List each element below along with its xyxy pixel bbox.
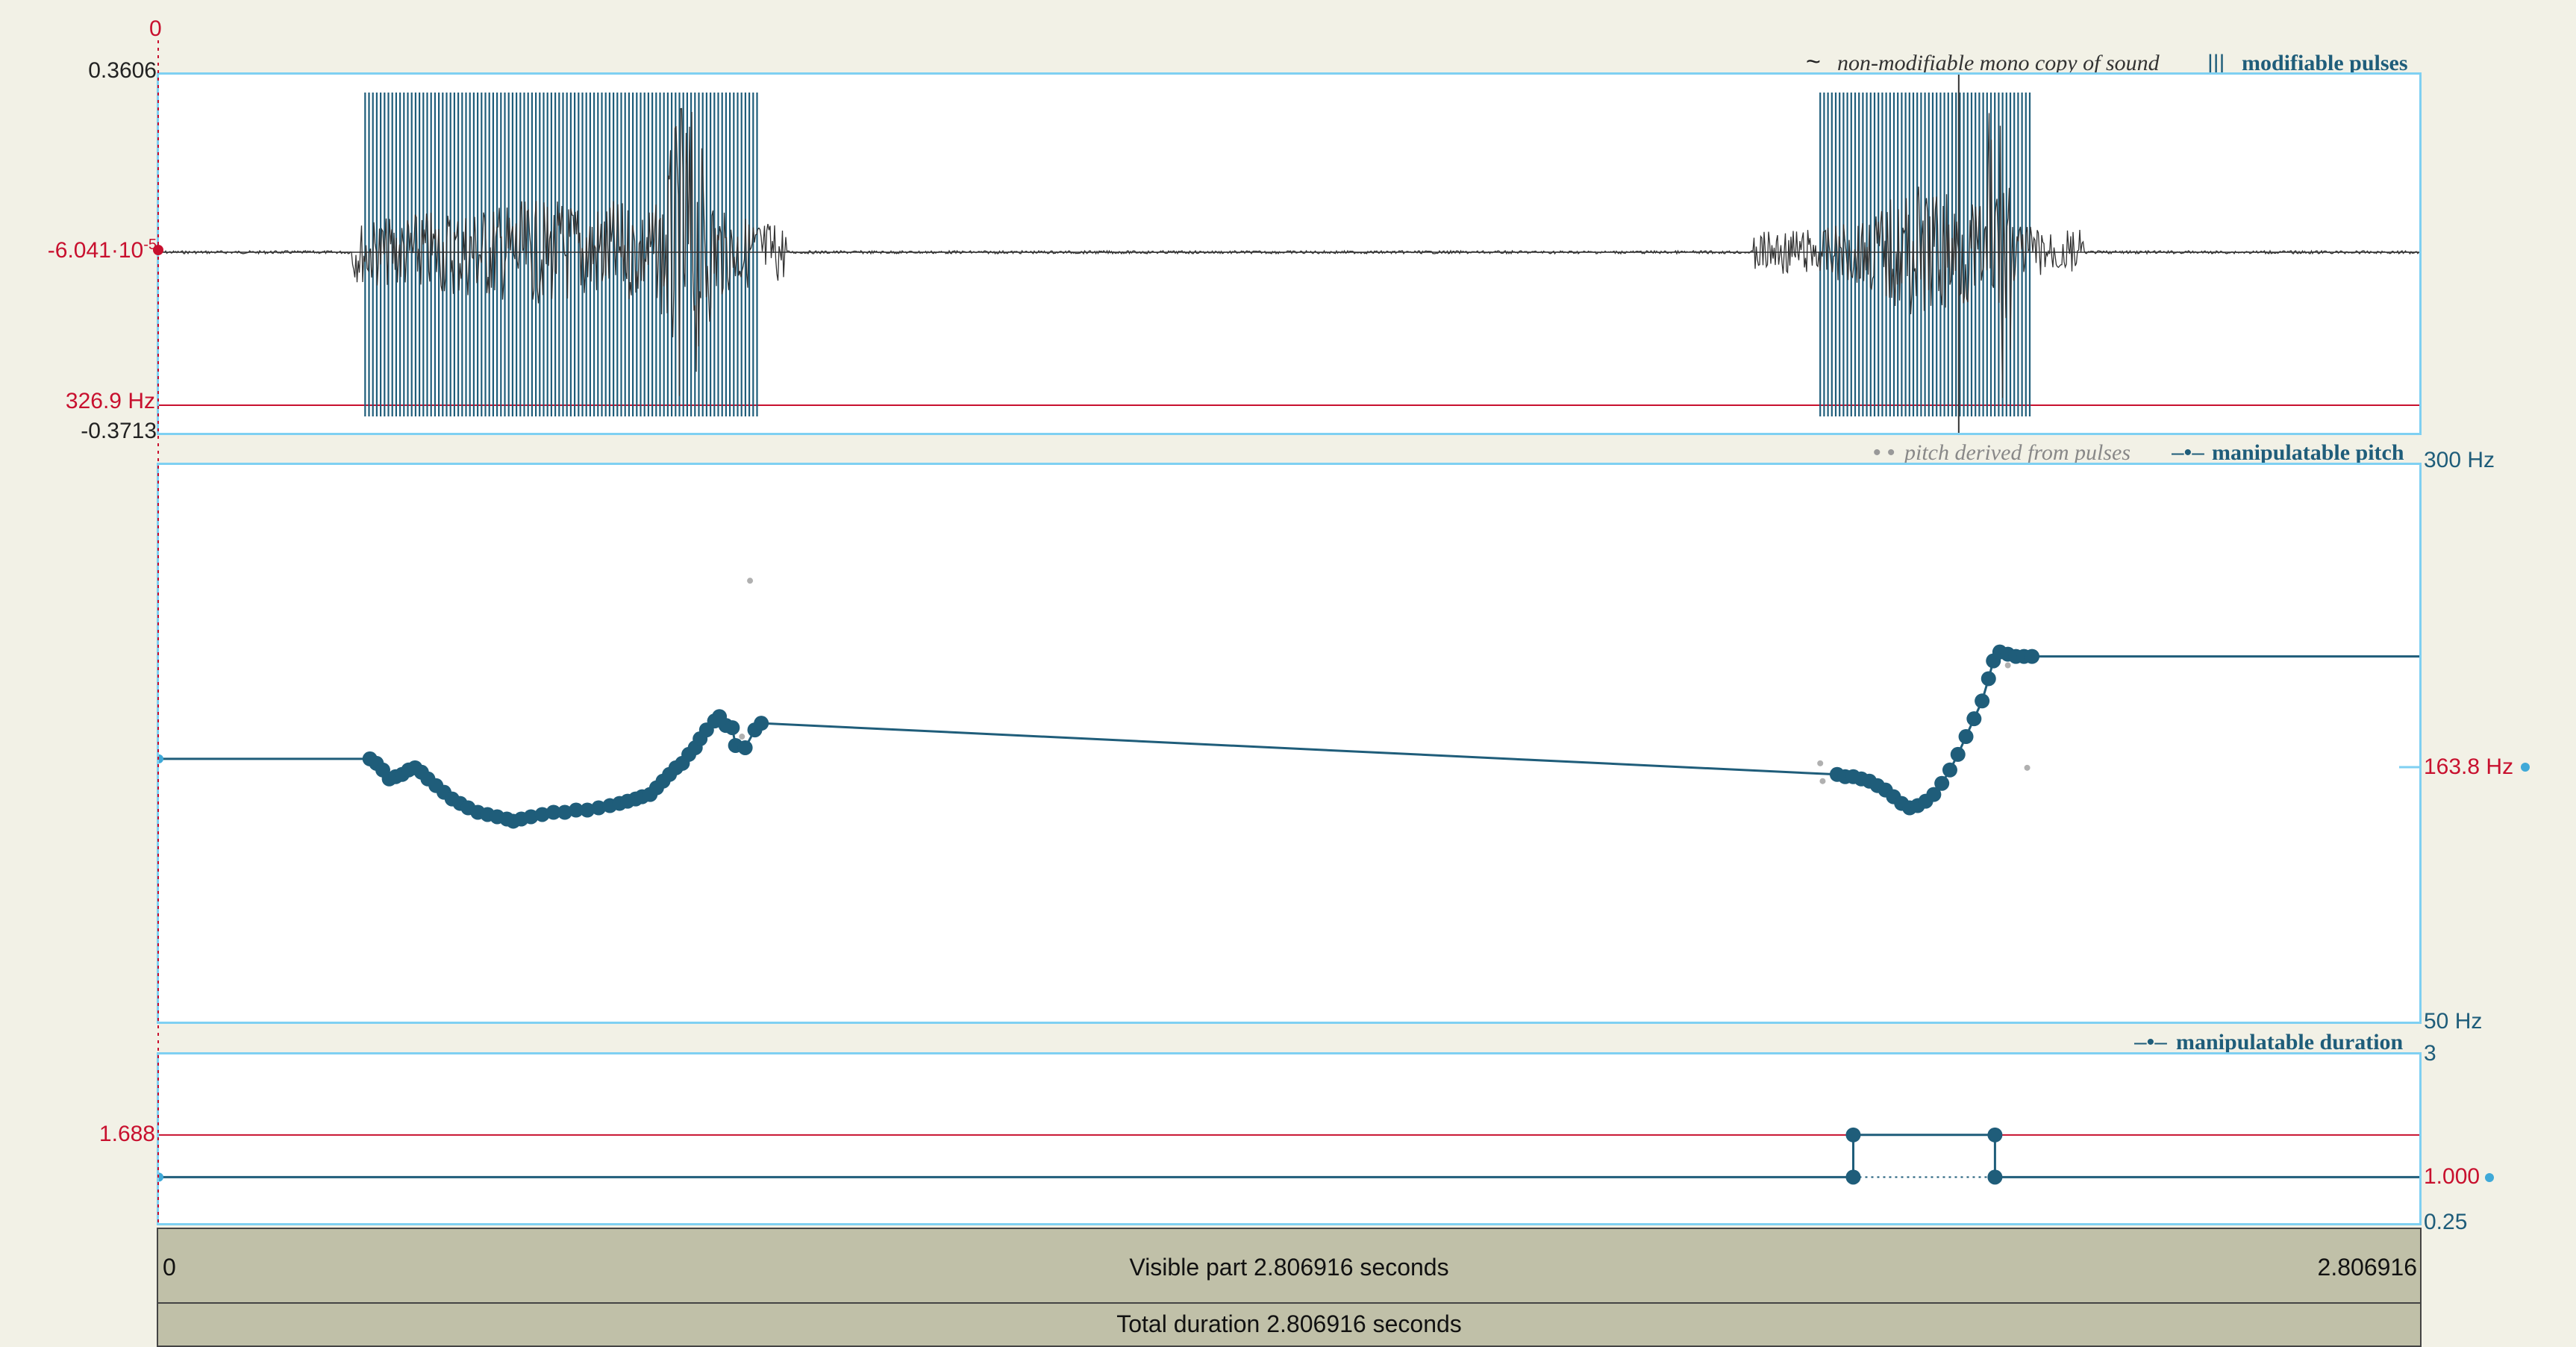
duration-cursor-value-label: 1.000 <box>2424 1164 2480 1189</box>
pitch-point <box>754 716 769 731</box>
pitch-point <box>1942 762 1957 778</box>
visible-end-label: 2.806916 <box>2317 1254 2417 1281</box>
sound-waveform-view[interactable] <box>159 75 2419 433</box>
derived-pitch-legend-glyph: • • <box>1873 440 1895 465</box>
pitch-point <box>2025 649 2040 664</box>
duration-legend-text: manipulatable duration <box>2176 1030 2404 1054</box>
pitch-cursor-dot <box>2521 763 2530 772</box>
pitch-tier-view[interactable] <box>159 465 2419 1022</box>
visible-part-label: Visible part 2.806916 seconds <box>1129 1254 1449 1281</box>
pitch-point <box>737 740 753 755</box>
waveform-trace <box>159 107 2419 399</box>
pitch-start-dot <box>159 754 163 763</box>
derived-pitch-point <box>1819 778 1826 784</box>
cursor-time-label: 0 <box>149 16 162 41</box>
duration-cursor-dot <box>2485 1173 2494 1182</box>
pulse-marks-1 <box>364 93 758 416</box>
pitch-cursor-value-label: 163.8 Hz <box>2424 754 2514 779</box>
total-duration-bar[interactable]: Total duration 2.806916 seconds <box>157 1302 2422 1347</box>
pitch-point <box>1966 711 1982 727</box>
visible-part-bar[interactable]: 0 Visible part 2.806916 seconds 2.806916 <box>157 1228 2422 1304</box>
sound-y-mid-label: -6.041·10-5 <box>47 237 157 263</box>
pitch-y-max-label: 300 Hz <box>2424 448 2495 472</box>
duration-point <box>1987 1169 2003 1185</box>
total-duration-label: Total duration 2.806916 seconds <box>1116 1310 1462 1337</box>
pitch-curve <box>159 650 2419 822</box>
sound-legend-glyph: ~ <box>1806 48 1821 76</box>
duration-y-min-label: 0.25 <box>2424 1210 2468 1234</box>
duration-panel[interactable] <box>157 1052 2422 1225</box>
derived-pitch-point <box>2004 662 2011 669</box>
derived-pitch-legend-text: pitch derived from pulses <box>1904 440 2131 465</box>
sound-panel[interactable] <box>157 72 2422 435</box>
pitch-point <box>725 720 740 736</box>
pitch-point <box>1934 775 1950 791</box>
sound-legend-text: non-modifiable mono copy of sound <box>1837 51 2160 75</box>
derived-pitch-point <box>747 578 754 584</box>
derived-pitch-point <box>2024 764 2031 771</box>
duration-start-dot <box>159 1172 163 1182</box>
pitch-y-min-label: 50 Hz <box>2424 1009 2483 1034</box>
manip-pitch-legend-text: manipulatable pitch <box>2212 440 2404 465</box>
pitch-point <box>1975 693 1990 709</box>
duration-red-marker-label: 1.688 <box>99 1122 155 1146</box>
duration-point <box>1845 1127 1861 1143</box>
manip-pitch-legend-glyph: –•– <box>2172 440 2204 465</box>
pulses-legend-text: modifiable pulses <box>2242 51 2408 75</box>
sound-y-min-label: -0.3713 <box>81 419 157 443</box>
duration-curve <box>159 1134 2419 1178</box>
duration-tier-view[interactable] <box>159 1054 2419 1223</box>
duration-point <box>1987 1127 2003 1143</box>
pitch-point <box>1981 671 1996 687</box>
derived-pitch-point <box>1817 760 1824 766</box>
duration-y-max-label: 3 <box>2424 1041 2436 1066</box>
pulses-legend-glyph: ||| <box>2207 51 2225 75</box>
derived-pitch-point <box>739 734 745 740</box>
duration-legend-glyph: –•– <box>2134 1030 2167 1054</box>
pitch-point <box>1950 746 1966 762</box>
sound-y-max-label: 0.3606 <box>88 58 157 83</box>
pitch-point <box>1958 729 1974 745</box>
duration-point <box>1845 1169 1861 1185</box>
pitch-panel[interactable] <box>157 463 2422 1024</box>
pitch-level-marker-label: 326.9 Hz <box>65 389 155 413</box>
